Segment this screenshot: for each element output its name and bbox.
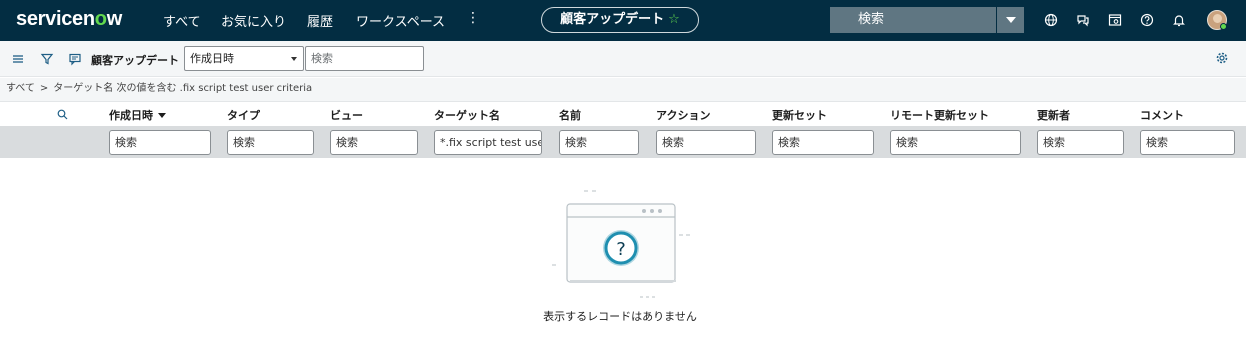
logo-text-start: servicen xyxy=(16,8,95,30)
column-header-remote-update-set[interactable]: リモート更新セット xyxy=(890,107,989,123)
filter-input-view[interactable]: 検索 xyxy=(330,130,418,155)
hamburger-menu-icon[interactable] xyxy=(11,52,25,66)
sort-descending-icon xyxy=(158,113,166,118)
column-header-name[interactable]: 名前 xyxy=(559,107,581,123)
column-header-updated-by[interactable]: 更新者 xyxy=(1037,107,1070,123)
filter-input-name[interactable]: 検索 xyxy=(559,130,639,155)
list-comment-icon[interactable] xyxy=(68,52,82,66)
breadcrumb-separator: > xyxy=(39,83,49,94)
column-header-update-set[interactable]: 更新セット xyxy=(772,107,827,123)
column-header-view[interactable]: ビュー xyxy=(330,107,363,123)
column-header-type[interactable]: タイプ xyxy=(227,107,260,123)
nav-link-all[interactable]: すべて xyxy=(163,11,201,30)
breadcrumb: すべて > ターゲット名 次の値を含む .fix script test user … xyxy=(0,78,1246,101)
search-scope-dropdown[interactable] xyxy=(996,7,1024,33)
filter-input-type[interactable]: 検索 xyxy=(227,130,314,155)
nav-link-workspaces[interactable]: ワークスペース xyxy=(356,11,445,30)
search-field-select[interactable]: 作成日時 xyxy=(184,46,304,71)
more-menu-icon[interactable]: ⋮ xyxy=(466,10,480,26)
filter-input-target-name[interactable]: *.fix script test user xyxy=(434,130,542,155)
logo-text-o: o xyxy=(94,8,107,30)
favorite-star-icon[interactable]: ☆ xyxy=(668,12,680,27)
column-header-row: 作成日時 タイプ ビュー ターゲット名 名前 アクション 更新セット リモート更… xyxy=(0,101,1246,126)
column-header-action[interactable]: アクション xyxy=(656,107,710,123)
globe-icon[interactable] xyxy=(1043,12,1059,28)
context-pill-label: 顧客アップデート xyxy=(560,12,665,27)
list-header-bar: 顧客アップデート 作成日時 検索 xyxy=(0,41,1246,77)
global-search-input[interactable]: 検索 xyxy=(830,7,996,33)
question-mark-icon: ? xyxy=(616,239,626,260)
column-header-target-name[interactable]: ターゲット名 xyxy=(434,107,500,123)
presence-status-dot xyxy=(1220,23,1227,30)
filter-funnel-icon[interactable] xyxy=(40,52,54,66)
context-pill[interactable]: 顧客アップデート ☆ xyxy=(541,7,699,33)
global-search-placeholder: 検索 xyxy=(858,12,885,27)
filter-input-comments[interactable]: 検索 xyxy=(1140,130,1235,155)
column-header-comments[interactable]: コメント xyxy=(1140,107,1184,123)
filter-input-action[interactable]: 検索 xyxy=(656,130,756,155)
list-search-input[interactable]: 検索 xyxy=(305,46,424,71)
empty-state-illustration: ? xyxy=(552,190,690,298)
list-settings-gear-icon[interactable] xyxy=(1215,51,1229,65)
column-label-created: 作成日時 xyxy=(109,109,153,122)
filter-input-created[interactable]: 検索 xyxy=(109,130,211,155)
empty-state-message: 表示するレコードはありません xyxy=(543,310,697,323)
chat-icon[interactable] xyxy=(1075,12,1091,28)
list-search-placeholder: 検索 xyxy=(311,52,333,65)
page-search-icon[interactable] xyxy=(1107,12,1123,28)
column-filter-row: 検索 検索 検索 *.fix script test user 検索 検索 検索… xyxy=(0,126,1246,158)
servicenow-logo[interactable]: servicenow xyxy=(16,8,122,31)
nav-link-history[interactable]: 履歴 xyxy=(307,11,333,30)
list-title: 顧客アップデート xyxy=(91,54,179,67)
filter-input-update-set[interactable]: 検索 xyxy=(772,130,874,155)
column-header-created[interactable]: 作成日時 xyxy=(109,107,166,123)
search-field-selected: 作成日時 xyxy=(190,52,234,65)
logo-text-end: w xyxy=(106,8,123,30)
column-search-toggle-icon[interactable] xyxy=(57,109,68,120)
help-icon[interactable] xyxy=(1139,12,1155,28)
breadcrumb-root[interactable]: すべて xyxy=(6,83,35,94)
filter-input-remote-update-set[interactable]: 検索 xyxy=(890,130,1021,155)
breadcrumb-condition[interactable]: ターゲット名 次の値を含む .fix script test user crit… xyxy=(53,83,312,94)
notifications-bell-icon[interactable] xyxy=(1171,12,1187,28)
filter-input-updated-by[interactable]: 検索 xyxy=(1037,130,1124,155)
nav-link-favorites[interactable]: お気に入り xyxy=(221,11,286,30)
top-nav: servicenow すべて お気に入り 履歴 ワークスペース ⋮ 顧客アップデ… xyxy=(0,0,1246,41)
